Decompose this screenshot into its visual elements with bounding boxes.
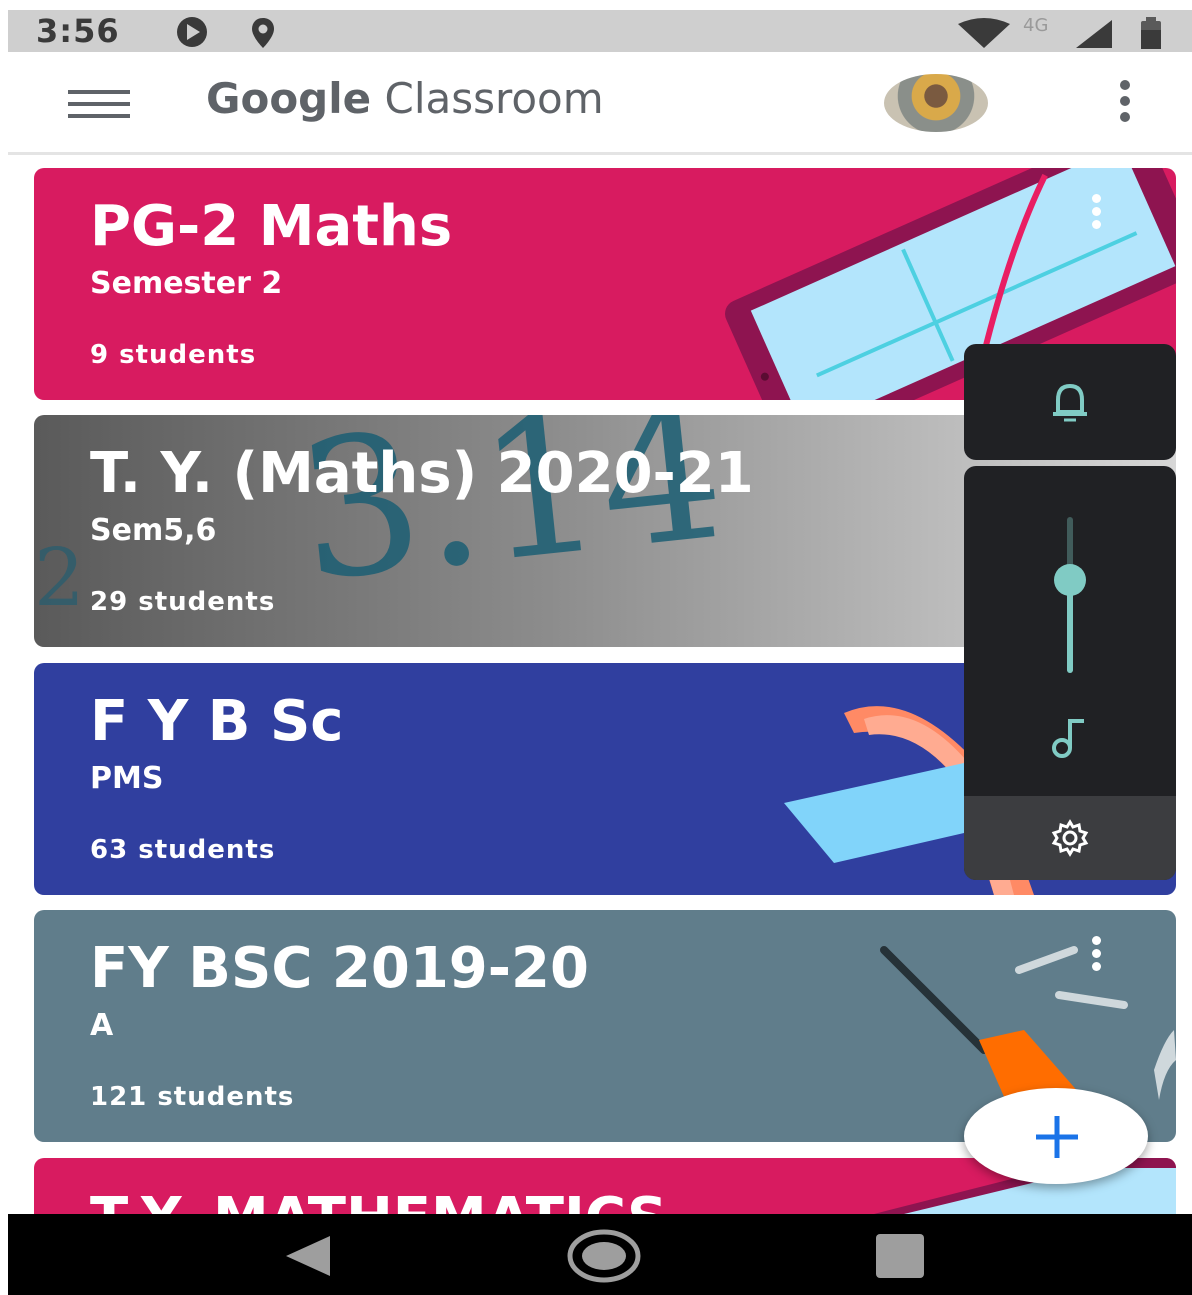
student-count: 121 students bbox=[90, 1082, 295, 1112]
network-type: 4G bbox=[1023, 15, 1049, 36]
class-section: Semester 2 bbox=[90, 266, 283, 301]
more-vert-icon[interactable] bbox=[1092, 936, 1106, 976]
app-bar: Google Classroom bbox=[8, 52, 1192, 155]
volume-settings-row[interactable] bbox=[964, 796, 1176, 880]
status-bar: 3:56 4G bbox=[8, 10, 1192, 52]
menu-icon[interactable] bbox=[68, 90, 130, 120]
battery-icon bbox=[1141, 17, 1161, 49]
recents-icon[interactable] bbox=[872, 1232, 928, 1280]
volume-panel-ringer bbox=[964, 344, 1176, 460]
class-title: F Y B Sc bbox=[90, 689, 344, 754]
home-icon[interactable] bbox=[566, 1228, 642, 1284]
class-title: T. Y. (Maths) 2020-21 bbox=[90, 441, 754, 506]
student-count: 9 students bbox=[90, 340, 257, 370]
status-time: 3:56 bbox=[36, 12, 120, 50]
avatar[interactable] bbox=[884, 74, 988, 132]
system-nav-bar bbox=[8, 1214, 1192, 1295]
class-title: PG-2 Maths bbox=[90, 194, 453, 259]
plus-icon bbox=[1036, 1116, 1078, 1158]
back-icon[interactable] bbox=[280, 1234, 340, 1278]
more-vert-icon[interactable] bbox=[1092, 194, 1106, 234]
location-icon bbox=[252, 18, 274, 48]
wifi-icon bbox=[958, 18, 1010, 48]
app-title: Google Classroom bbox=[206, 74, 604, 123]
app-title-product: Classroom bbox=[384, 74, 604, 123]
class-title: FY BSC 2019-20 bbox=[90, 936, 589, 1001]
volume-panel-media bbox=[964, 466, 1176, 880]
class-section: A bbox=[90, 1008, 114, 1043]
media-volume-slider[interactable] bbox=[1050, 514, 1090, 674]
cell-signal-icon bbox=[1076, 20, 1112, 48]
music-note-icon[interactable] bbox=[1050, 716, 1090, 760]
student-count: 29 students bbox=[90, 587, 276, 617]
play-icon bbox=[177, 17, 207, 47]
app-title-brand: Google bbox=[206, 74, 372, 123]
bell-icon[interactable] bbox=[1050, 380, 1090, 424]
svg-text:2: 2 bbox=[34, 531, 85, 624]
class-title: T.Y. MATHEMATICS bbox=[90, 1186, 667, 1214]
student-count: 63 students bbox=[90, 835, 276, 865]
add-class-button[interactable] bbox=[964, 1088, 1148, 1184]
more-vert-icon[interactable] bbox=[1110, 80, 1140, 130]
class-section: Sem5,6 bbox=[90, 513, 217, 548]
settings-gear-icon[interactable] bbox=[1050, 818, 1090, 858]
class-section: PMS bbox=[90, 761, 164, 796]
